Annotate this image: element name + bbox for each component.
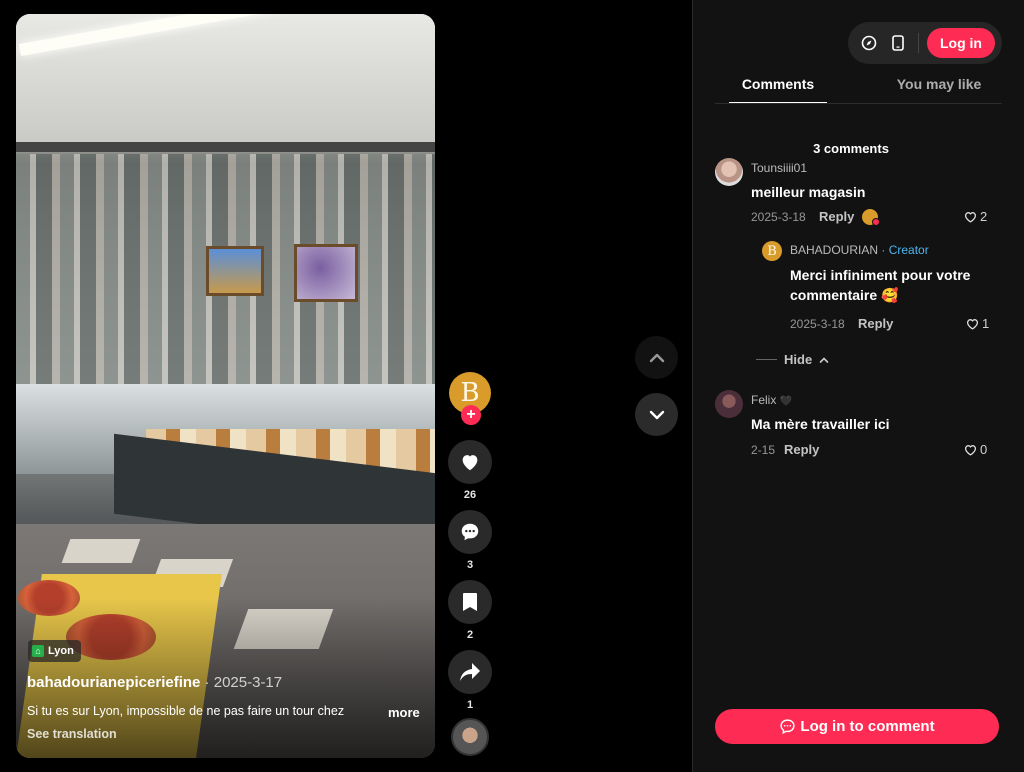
location-tag[interactable]: ⌂ Lyon	[28, 640, 81, 662]
video-poster	[294, 244, 358, 302]
login-to-comment-button[interactable]: Log in to comment	[715, 709, 999, 744]
hide-replies-button[interactable]: Hide	[756, 352, 829, 367]
login-button[interactable]: Log in	[927, 28, 995, 58]
avatar[interactable]	[715, 158, 743, 186]
video-ceiling-bar	[16, 142, 435, 152]
creator-avatar-letter: B	[460, 378, 480, 408]
more-button[interactable]: more	[388, 705, 420, 720]
tab-comments[interactable]: Comments	[729, 76, 827, 104]
comment-bubble-icon	[780, 719, 795, 735]
video-author-line: bahadourianepiceriefine · 2025-3-17	[27, 674, 282, 691]
share-arrow-icon	[460, 663, 480, 681]
music-disc[interactable]	[451, 718, 489, 756]
previous-video-button[interactable]	[635, 336, 678, 379]
reply-button[interactable]: Reply	[784, 442, 819, 457]
username-badge: 🖤	[779, 396, 793, 407]
comment-bubble-icon	[461, 523, 479, 541]
comment-button[interactable]	[448, 510, 492, 554]
comment-text: Ma mère travailler ici	[751, 416, 890, 432]
mobile-phone-icon	[892, 35, 904, 51]
hide-divider	[756, 359, 777, 360]
creator-badge: · Creator	[881, 243, 929, 257]
get-app-button[interactable]	[888, 33, 908, 53]
tab-you-may-like[interactable]: You may like	[880, 76, 998, 104]
comment-username[interactable]: Tounsiiii01	[751, 161, 807, 175]
comment-count: 3	[466, 559, 474, 571]
bookmark-icon	[463, 593, 477, 611]
reply-username: BAHADOURIAN	[790, 243, 879, 257]
comment-date: 2-15	[751, 443, 776, 457]
reply-button[interactable]: Reply	[819, 209, 854, 224]
comment-like-button[interactable]: 2	[964, 209, 987, 224]
login-to-comment-label: Log in to comment	[800, 718, 935, 735]
comments-panel	[692, 0, 1024, 772]
comment-username[interactable]: Felix 🖤	[751, 393, 792, 407]
comment-like-button[interactable]: 0	[964, 442, 987, 457]
comment-text: meilleur magasin	[751, 184, 866, 200]
avatar[interactable]: B	[762, 241, 782, 261]
comment-like-count: 0	[980, 442, 988, 457]
reply-button[interactable]: Reply	[858, 316, 893, 331]
comment-date: 2025-3-18	[790, 317, 845, 331]
compass-icon	[861, 35, 877, 51]
explore-button[interactable]	[859, 33, 879, 53]
heart-outline-icon	[966, 318, 979, 330]
hide-label: Hide	[784, 352, 813, 367]
felix-username: Felix	[751, 393, 777, 407]
chevron-up-icon	[649, 353, 664, 362]
chevron-down-icon	[649, 410, 664, 419]
heart-icon	[462, 455, 478, 471]
save-button[interactable]	[448, 580, 492, 624]
video-author[interactable]: bahadourianepiceriefine	[27, 674, 200, 691]
comment-like-button[interactable]: 1	[966, 316, 989, 331]
video-poster	[206, 246, 264, 296]
comments-count: 3 comments	[813, 141, 889, 156]
creator-liked-heart-icon	[872, 218, 880, 226]
share-count: 1	[466, 699, 474, 711]
next-video-button[interactable]	[635, 393, 678, 436]
comment-like-count: 2	[980, 209, 988, 224]
comment-text-line2: commentaire 🥰	[790, 287, 899, 303]
like-count: 26	[463, 489, 477, 501]
like-button[interactable]	[448, 440, 492, 484]
comment-username[interactable]: BAHADOURIAN · Creator	[790, 243, 929, 257]
location-icon: ⌂	[32, 645, 44, 657]
creator-avatar-letter: B	[767, 243, 777, 259]
follow-button[interactable]: +	[461, 405, 481, 425]
comment-like-count: 1	[982, 316, 990, 331]
chevron-up-icon	[819, 356, 829, 363]
share-button[interactable]	[448, 650, 492, 694]
see-translation-link[interactable]: See translation	[27, 727, 117, 741]
comment-date: 2025-3-18	[751, 210, 806, 224]
video-floor-tile	[61, 539, 141, 563]
heart-outline-icon	[964, 444, 977, 456]
comment-text: Merci infiniment pour votre	[790, 267, 971, 283]
save-count: 2	[466, 629, 474, 641]
location-label: Lyon	[48, 645, 74, 657]
video-author-separator: ·	[200, 674, 214, 691]
video-date: 2025-3-17	[213, 674, 283, 691]
tabs-divider	[715, 103, 1002, 104]
heart-outline-icon	[964, 211, 977, 223]
topbar-divider	[918, 33, 919, 53]
video-caption: Si tu es sur Lyon, impossible de ne pas …	[27, 704, 345, 718]
avatar[interactable]	[715, 390, 743, 418]
